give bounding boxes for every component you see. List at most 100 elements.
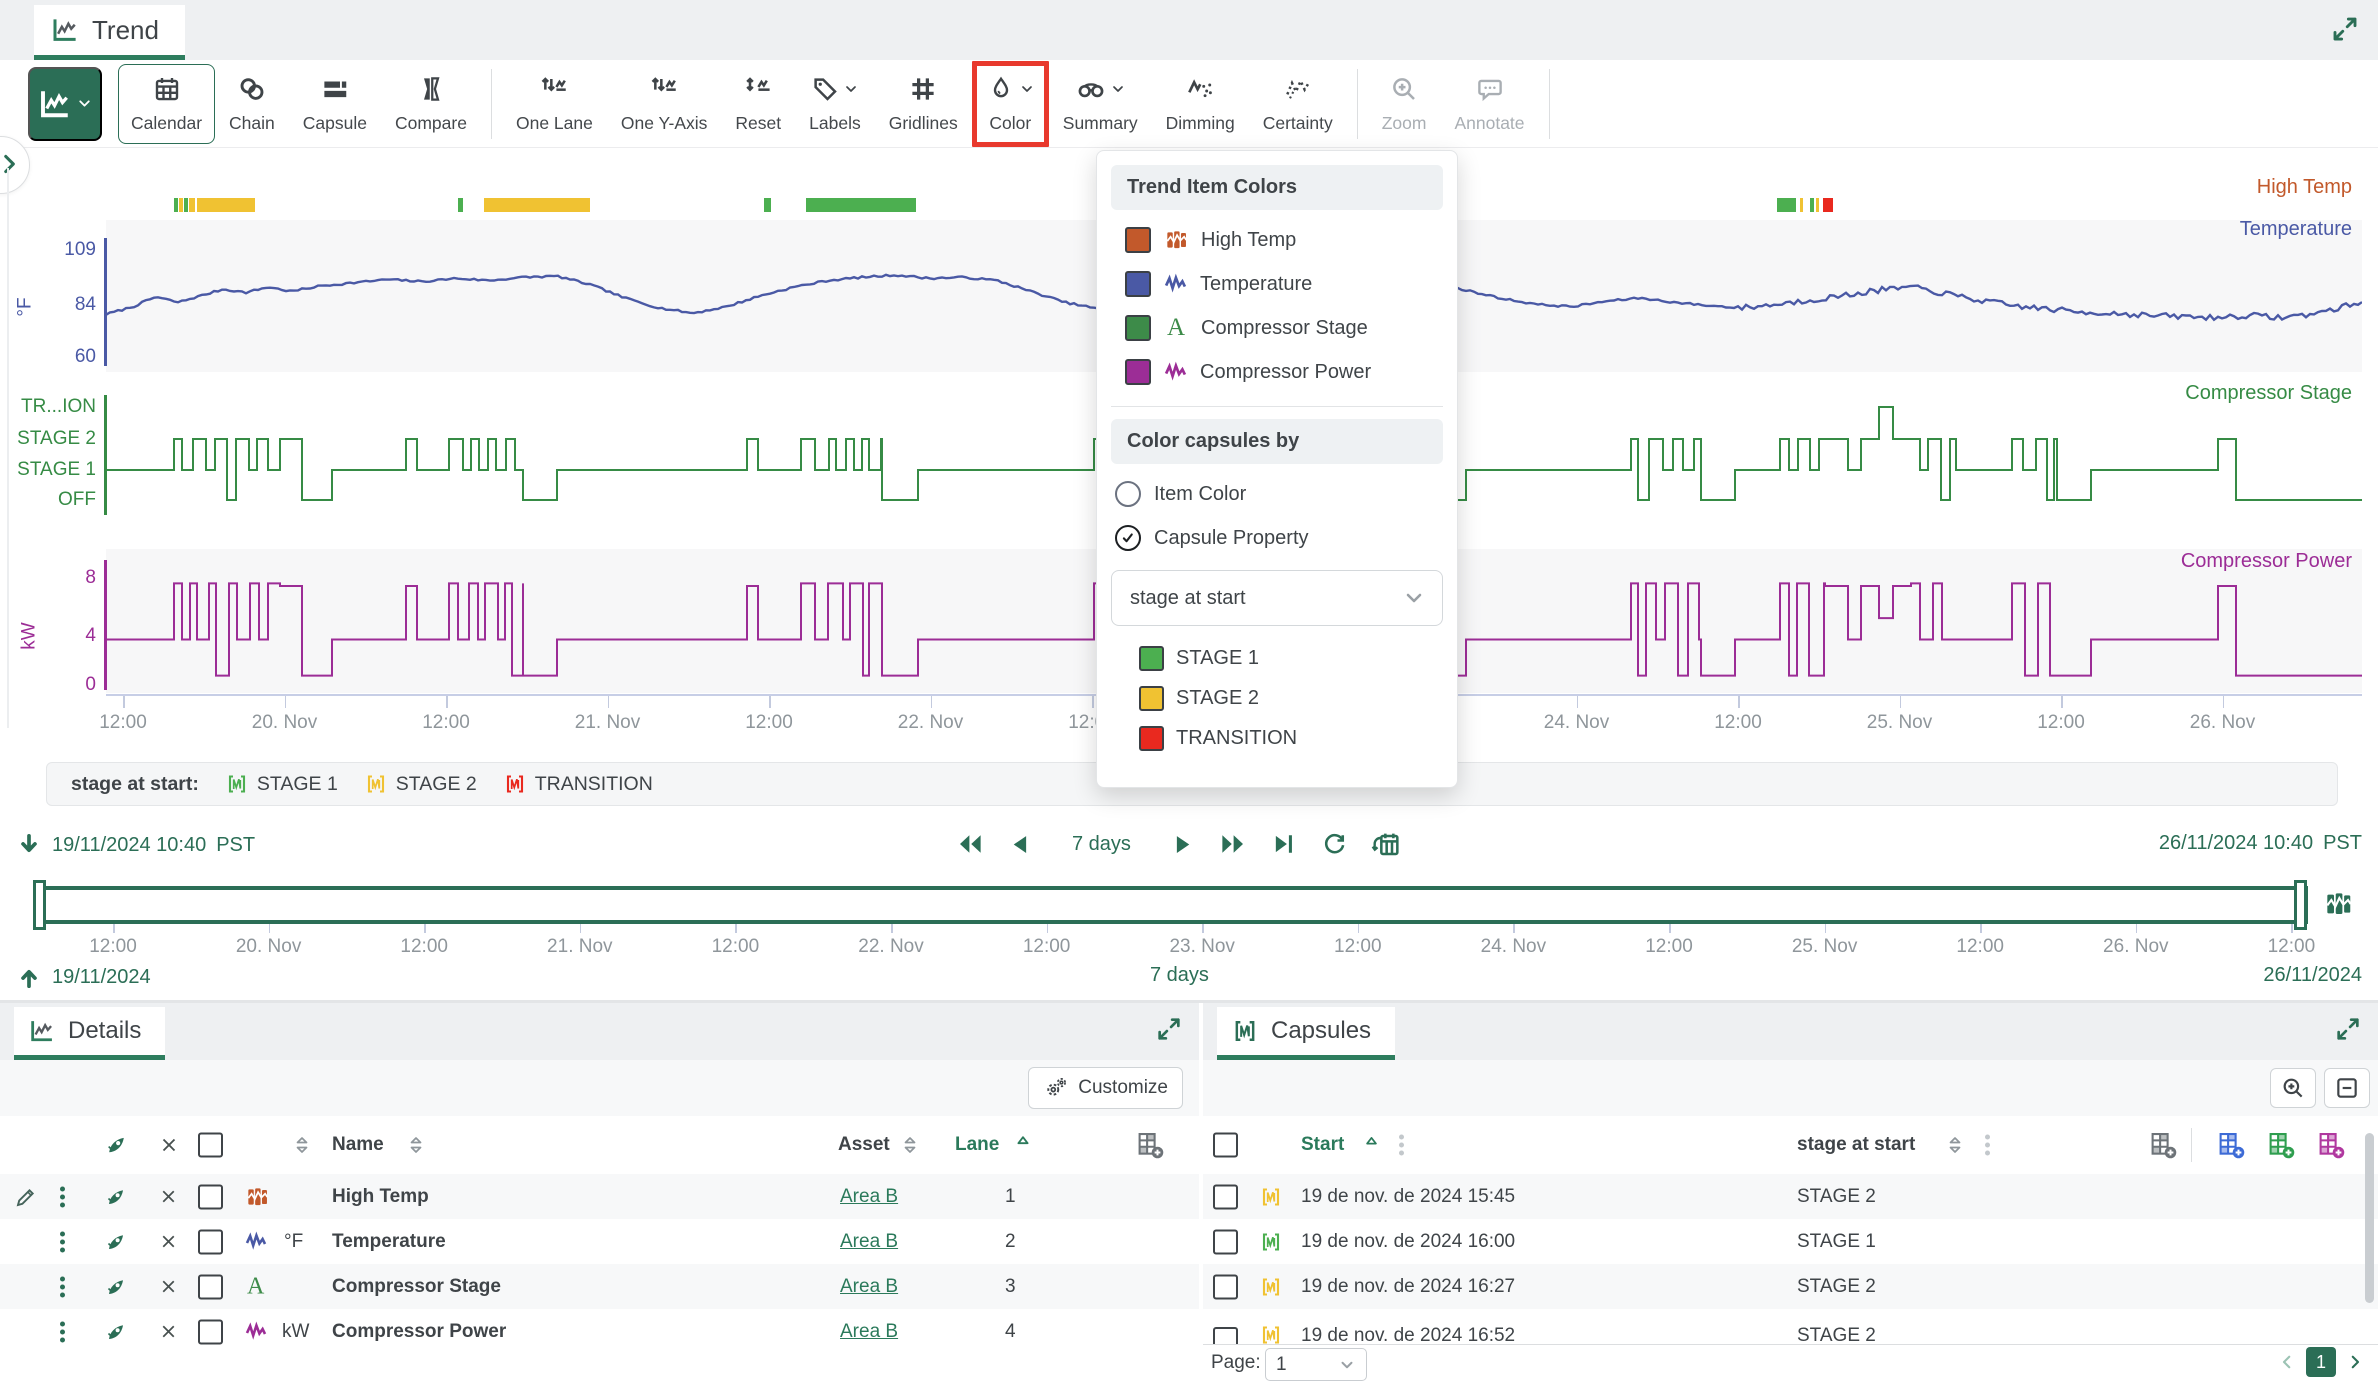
add-signal-column-icon[interactable] <box>2216 1130 2246 1160</box>
asset-rocket-icon[interactable] <box>104 1133 129 1158</box>
add-condition-column-icon[interactable] <box>2266 1130 2296 1160</box>
collapse-rows-button[interactable] <box>2324 1068 2370 1108</box>
capsule-button[interactable]: Capsule <box>289 62 381 146</box>
step-forward-half-button[interactable] <box>1169 831 1196 858</box>
row-checkbox[interactable] <box>1213 1327 1238 1345</box>
capsule-bar[interactable] <box>184 198 188 212</box>
step-forward-full-button[interactable] <box>1218 829 1248 859</box>
labels-button[interactable]: Labels <box>795 62 875 146</box>
slider-start-date[interactable]: 19/11/2024 <box>16 964 151 990</box>
sort-icon[interactable] <box>404 1133 428 1157</box>
row-checkbox[interactable] <box>198 1274 223 1299</box>
add-column-icon[interactable] <box>2148 1130 2178 1160</box>
color-swatch[interactable] <box>1125 271 1151 297</box>
column-header-start[interactable]: Start <box>1301 1134 1344 1156</box>
column-menu-icon[interactable] <box>1985 1132 1990 1159</box>
lane-label-high-temp[interactable]: High Temp <box>2257 176 2352 199</box>
customize-button[interactable]: Customize <box>1028 1067 1183 1109</box>
row-checkbox[interactable] <box>1213 1184 1238 1209</box>
capsule-bar[interactable] <box>806 198 916 212</box>
color-item-high-temp[interactable]: High Temp <box>1097 218 1457 262</box>
asset-rocket-icon[interactable] <box>104 1230 128 1254</box>
capsule-set-icon[interactable] <box>2322 888 2354 920</box>
capsule-bar[interactable] <box>1800 198 1803 212</box>
row-checkbox[interactable] <box>198 1229 223 1254</box>
range-duration[interactable]: 7 days <box>1072 833 1131 856</box>
investigate-range-slider[interactable] <box>36 886 2308 924</box>
tab-capsules[interactable]: Capsules <box>1217 1007 1395 1060</box>
add-metric-column-icon[interactable] <box>2316 1130 2346 1160</box>
page-select[interactable]: 1 <box>1265 1348 1367 1381</box>
zoom-to-capsule-button[interactable] <box>2270 1068 2316 1108</box>
row-checkbox[interactable] <box>1213 1274 1238 1299</box>
step-back-half-button[interactable] <box>1007 831 1034 858</box>
capsule-bar[interactable] <box>1823 198 1833 212</box>
page-current[interactable]: 1 <box>2306 1347 2336 1377</box>
capsule-bar[interactable] <box>189 198 195 212</box>
color-item-compressor-power[interactable]: Compressor Power <box>1097 350 1457 394</box>
certainty-button[interactable]: Certainty <box>1249 62 1347 146</box>
item-name[interactable]: High Temp <box>332 1186 429 1208</box>
capsule-property-select[interactable]: stage at start <box>1111 570 1443 626</box>
compare-button[interactable]: Compare <box>381 62 481 146</box>
row-menu-icon[interactable] <box>60 1183 65 1210</box>
zoom-button[interactable]: Zoom <box>1368 62 1441 146</box>
one-y-axis-button[interactable]: One Y-Axis <box>607 62 722 146</box>
asset-link[interactable]: Area B <box>840 1186 898 1208</box>
capsule-bar[interactable] <box>179 198 183 212</box>
range-end[interactable]: 26/11/2024 10:40PST <box>2159 832 2362 855</box>
step-back-full-button[interactable] <box>955 829 985 859</box>
one-lane-button[interactable]: One Lane <box>502 62 607 146</box>
add-column-icon[interactable] <box>1135 1130 1165 1160</box>
row-menu-icon[interactable] <box>60 1273 65 1300</box>
scrollbar-thumb[interactable] <box>2365 1133 2374 1303</box>
tab-trend[interactable]: Trend <box>34 5 185 60</box>
radio-checked[interactable] <box>1115 525 1141 551</box>
edit-pencil-icon[interactable] <box>14 1185 38 1209</box>
asset-rocket-icon[interactable] <box>104 1320 128 1344</box>
row-menu-icon[interactable] <box>60 1228 65 1255</box>
row-checkbox[interactable] <box>198 1184 223 1209</box>
asset-rocket-icon[interactable] <box>104 1185 128 1209</box>
details-row-compressor-stage[interactable]: A Compressor Stage Area B 3 <box>0 1264 1199 1309</box>
asset-link[interactable]: Area B <box>840 1276 898 1298</box>
asset-link[interactable]: Area B <box>840 1231 898 1253</box>
column-header-name[interactable]: Name <box>332 1134 384 1156</box>
row-menu-icon[interactable] <box>60 1318 65 1345</box>
radio-capsule-property[interactable]: Capsule Property <box>1097 516 1457 560</box>
annotate-button[interactable]: Annotate <box>1440 62 1538 146</box>
capsule-bar[interactable] <box>1810 198 1815 212</box>
range-start[interactable]: 19/11/2024 10:40PST <box>16 832 255 858</box>
auto-update-button[interactable] <box>1370 828 1402 860</box>
view-selector-button[interactable] <box>28 67 102 141</box>
remove-all-icon[interactable] <box>158 1134 180 1156</box>
slider-end-date[interactable]: 26/11/2024 <box>2263 964 2362 987</box>
remove-icon[interactable] <box>158 1321 179 1343</box>
summary-button[interactable]: Summary <box>1049 62 1152 146</box>
sort-icon[interactable] <box>1943 1133 1967 1157</box>
remove-icon[interactable] <box>158 1276 179 1298</box>
capsule-row-1[interactable]: 19 de nov. de 2024 15:45 STAGE 2 <box>1203 1174 2378 1219</box>
column-header-asset[interactable]: Asset <box>838 1134 890 1156</box>
step-to-end-button[interactable] <box>1270 830 1298 858</box>
select-all-checkbox[interactable] <box>198 1133 223 1158</box>
asset-link[interactable]: Area B <box>840 1321 898 1343</box>
row-checkbox[interactable] <box>198 1319 223 1344</box>
slider-handle-right[interactable] <box>2294 880 2307 930</box>
expand-workbench-icon[interactable] <box>2330 14 2360 44</box>
gridlines-button[interactable]: Gridlines <box>875 62 972 146</box>
dimming-button[interactable]: Dimming <box>1152 62 1249 146</box>
color-swatch[interactable] <box>1125 227 1151 253</box>
sort-ascending-icon[interactable] <box>1012 1129 1034 1151</box>
sort-icon[interactable] <box>290 1133 314 1157</box>
capsule-bar[interactable] <box>764 198 771 212</box>
remove-icon[interactable] <box>158 1231 179 1253</box>
sort-ascending-icon[interactable] <box>1361 1129 1382 1151</box>
refresh-button[interactable] <box>1320 830 1348 858</box>
chain-button[interactable]: Chain <box>215 62 289 146</box>
capsule-bar[interactable] <box>1816 198 1819 212</box>
color-item-compressor-stage[interactable]: A Compressor Stage <box>1097 306 1457 350</box>
calendar-button[interactable]: Calendar <box>118 64 215 144</box>
expand-details-icon[interactable] <box>1155 1015 1183 1043</box>
color-button[interactable]: Color <box>972 61 1049 147</box>
